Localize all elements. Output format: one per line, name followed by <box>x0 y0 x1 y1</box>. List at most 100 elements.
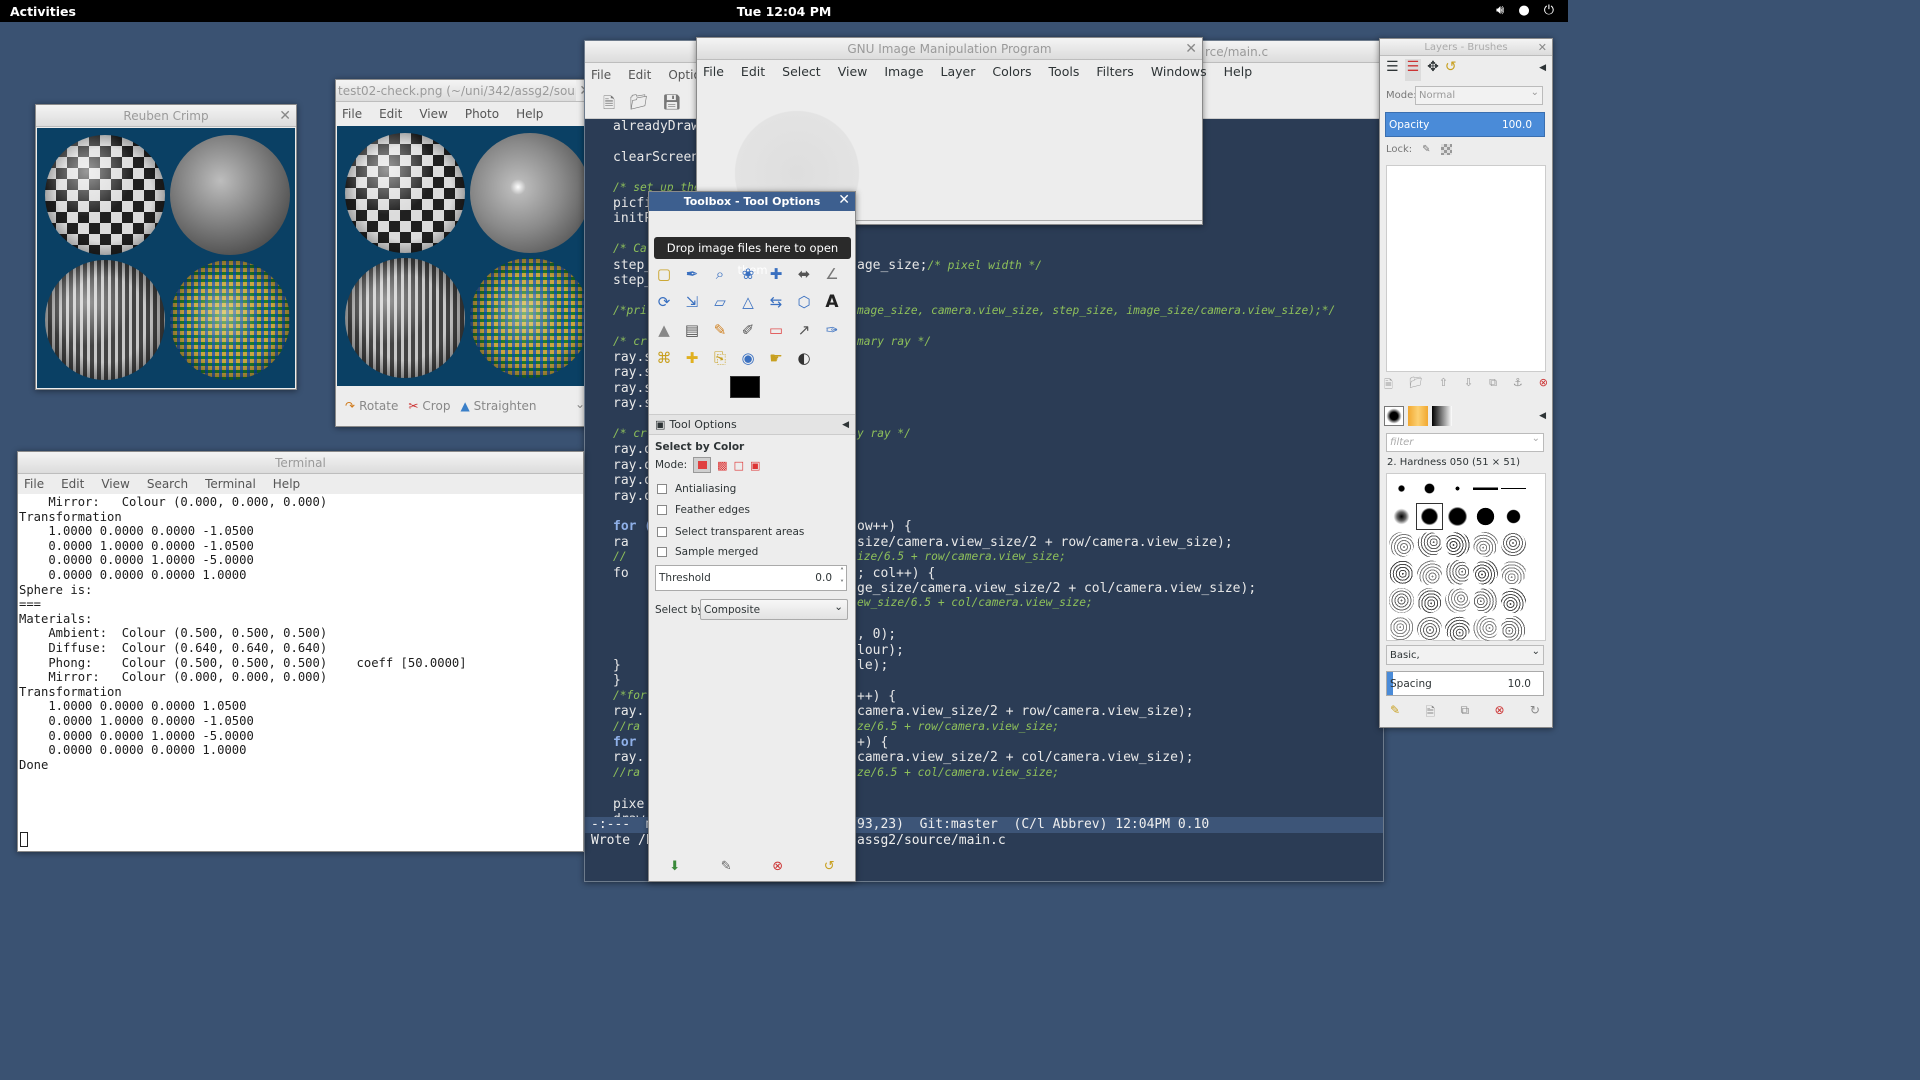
mode-subtract-icon[interactable]: □ <box>734 459 744 472</box>
close-icon[interactable]: ✕ <box>279 105 291 126</box>
edit-brush-icon[interactable]: ✎ <box>1390 703 1400 724</box>
gradients-tab-icon[interactable] <box>1432 406 1452 426</box>
lock-pixels-icon[interactable]: ✎ <box>1422 144 1430 155</box>
title-bar[interactable]: Toolbox - Tool Options ✕ <box>649 192 855 211</box>
delete-layer-icon[interactable]: ⊗ <box>1539 376 1548 395</box>
ink-icon[interactable]: ✑ <box>821 319 843 341</box>
blur-icon[interactable]: ◉ <box>737 347 759 369</box>
menu-edit[interactable]: Edit <box>61 477 84 491</box>
eraser-icon[interactable]: ▭ <box>765 319 787 341</box>
menu-edit[interactable]: Edit <box>628 68 651 82</box>
brush-preset-icon[interactable] <box>1501 560 1526 585</box>
brush-preset-icon[interactable] <box>1501 476 1526 501</box>
menu-file[interactable]: File <box>24 477 44 491</box>
title-bar[interactable]: Reuben Crimp ✕ <box>36 105 296 127</box>
undo-tab-icon[interactable]: ↺ <box>1445 59 1457 81</box>
sample-merged-checkbox[interactable] <box>657 546 667 557</box>
crop-button[interactable]: Crop <box>422 399 450 413</box>
reuben-crimp-window[interactable]: Reuben Crimp ✕ <box>35 104 297 390</box>
channels-tab-icon[interactable]: ☰ <box>1404 59 1422 81</box>
align-icon[interactable]: ⬌ <box>793 263 815 285</box>
duplicate-brush-icon[interactable]: ⧉ <box>1461 703 1470 724</box>
brush-preset-icon[interactable] <box>1389 560 1414 585</box>
brush-preset-icon[interactable] <box>1417 588 1442 613</box>
brush-preset-icon[interactable] <box>1473 560 1498 585</box>
brush-preset-icon[interactable] <box>1445 504 1470 529</box>
mode-add-icon[interactable]: ▩ <box>717 459 727 472</box>
text-icon[interactable]: A <box>821 291 843 313</box>
menu-layer[interactable]: Layer <box>941 64 976 79</box>
brush-preset-icon[interactable] <box>1473 504 1498 529</box>
dodge-icon[interactable]: ◐ <box>793 347 815 369</box>
title-bar[interactable]: test02-check.png (~/uni/342/assg2/source… <box>336 80 596 102</box>
spacing-slider[interactable]: Spacing 10.0 <box>1386 671 1544 696</box>
paintbrush-icon[interactable]: ✐ <box>737 319 759 341</box>
mode-replace-icon[interactable] <box>693 457 712 473</box>
menu-view[interactable]: View <box>101 477 129 491</box>
terminal-window[interactable]: Terminal File Edit View Search Terminal … <box>17 451 584 852</box>
title-bar[interactable]: GNU Image Manipulation Program ✕ <box>697 38 1202 60</box>
menu-help[interactable]: Help <box>516 107 543 121</box>
new-group-icon[interactable]: 📁︎ <box>1409 376 1423 395</box>
dock-menu-icon[interactable]: ◀ <box>1539 63 1546 73</box>
new-brush-icon[interactable]: 🗎︎ <box>1425 703 1435 724</box>
brush-preset-icon[interactable] <box>1445 476 1470 501</box>
brush-preset-icon[interactable] <box>1473 616 1498 641</box>
patterns-tab-icon[interactable] <box>1408 406 1428 426</box>
mode-intersect-icon[interactable]: ▣ <box>750 459 760 472</box>
spin-arrows-icon[interactable]: ˄ ˅ <box>840 566 844 590</box>
menu-help[interactable]: Help <box>273 477 300 491</box>
smudge-icon[interactable]: ☛ <box>765 347 787 369</box>
toolbox-window[interactable]: Toolbox - Tool Options ✕ Drop image files… <box>648 191 856 882</box>
dock-menu-icon[interactable]: ◀ <box>1539 411 1546 421</box>
brush-preset-icon[interactable] <box>1473 588 1498 613</box>
anchor-layer-icon[interactable]: ⚓ <box>1513 376 1523 395</box>
layers-tab-icon[interactable]: ☰ <box>1386 59 1399 81</box>
save-icon[interactable]: 💾︎ <box>662 93 681 118</box>
power-icon[interactable]: ⏻︎ <box>1544 3 1554 18</box>
close-icon[interactable]: ✕ <box>1185 38 1197 59</box>
tool-options-tab[interactable]: Tool Options <box>669 418 736 431</box>
shear-icon[interactable]: ▱ <box>709 291 731 313</box>
close-icon[interactable]: ✕ <box>1538 39 1547 55</box>
brush-grid[interactable] <box>1386 473 1546 641</box>
flip-icon[interactable]: ⇆ <box>765 291 787 313</box>
new-layer-icon[interactable]: 🗎︎ <box>1384 376 1393 395</box>
brush-preset-icon[interactable] <box>1445 616 1470 641</box>
brush-preset-icon[interactable] <box>1501 504 1526 529</box>
reset-options-icon[interactable]: ↺ <box>824 859 835 874</box>
brush-preset-icon[interactable] <box>1417 476 1442 501</box>
menu-view[interactable]: View <box>419 107 447 121</box>
delete-brush-icon[interactable]: ⊗ <box>1494 703 1504 724</box>
brush-preset-icon[interactable] <box>1445 560 1470 585</box>
menu-edit[interactable]: Edit <box>379 107 402 121</box>
move-icon[interactable]: ✚ <box>765 263 787 285</box>
tab-menu-icon[interactable]: ◀ <box>842 420 849 430</box>
brush-preset-icon[interactable] <box>1445 532 1470 557</box>
accessibility-icon[interactable]: ● <box>1518 3 1529 18</box>
mode-dropdown[interactable]: Normal ⌄ <box>1415 86 1543 105</box>
brush-preset-icon[interactable] <box>1389 532 1414 557</box>
menu-windows[interactable]: Windows <box>1151 64 1207 79</box>
rotate-icon[interactable]: ⟳ <box>653 291 675 313</box>
rect-select-icon[interactable]: ▢ <box>653 263 675 285</box>
raise-layer-icon[interactable]: ⇧ <box>1439 376 1448 395</box>
image-viewer-window[interactable]: test02-check.png (~/uni/342/assg2/source… <box>335 79 597 427</box>
paths-icon[interactable]: ❀ <box>737 263 759 285</box>
brush-preset-icon[interactable] <box>1417 560 1442 585</box>
brush-filter-field[interactable]: filter ⌄ <box>1386 433 1544 452</box>
straighten-icon[interactable]: ▲ <box>460 399 469 413</box>
brushes-tab-icon[interactable] <box>1384 406 1404 426</box>
duplicate-layer-icon[interactable]: ⧉ <box>1489 376 1497 395</box>
blend-icon[interactable]: ▤ <box>681 319 703 341</box>
save-options-icon[interactable]: ⬇ <box>669 859 680 874</box>
brush-preset-icon[interactable] <box>1501 616 1526 641</box>
title-bar[interactable]: Terminal <box>18 452 583 474</box>
threshold-slider[interactable]: Threshold 0.0 ˄ ˅ <box>655 565 847 591</box>
brush-preset-icon[interactable] <box>1417 616 1442 641</box>
clone-icon[interactable]: ⌘ <box>653 347 675 369</box>
cage-icon[interactable]: ⬡ <box>793 291 815 313</box>
menu-edit[interactable]: Edit <box>741 64 765 79</box>
delete-options-icon[interactable]: ⊗ <box>772 859 783 874</box>
menu-photo[interactable]: Photo <box>465 107 499 121</box>
